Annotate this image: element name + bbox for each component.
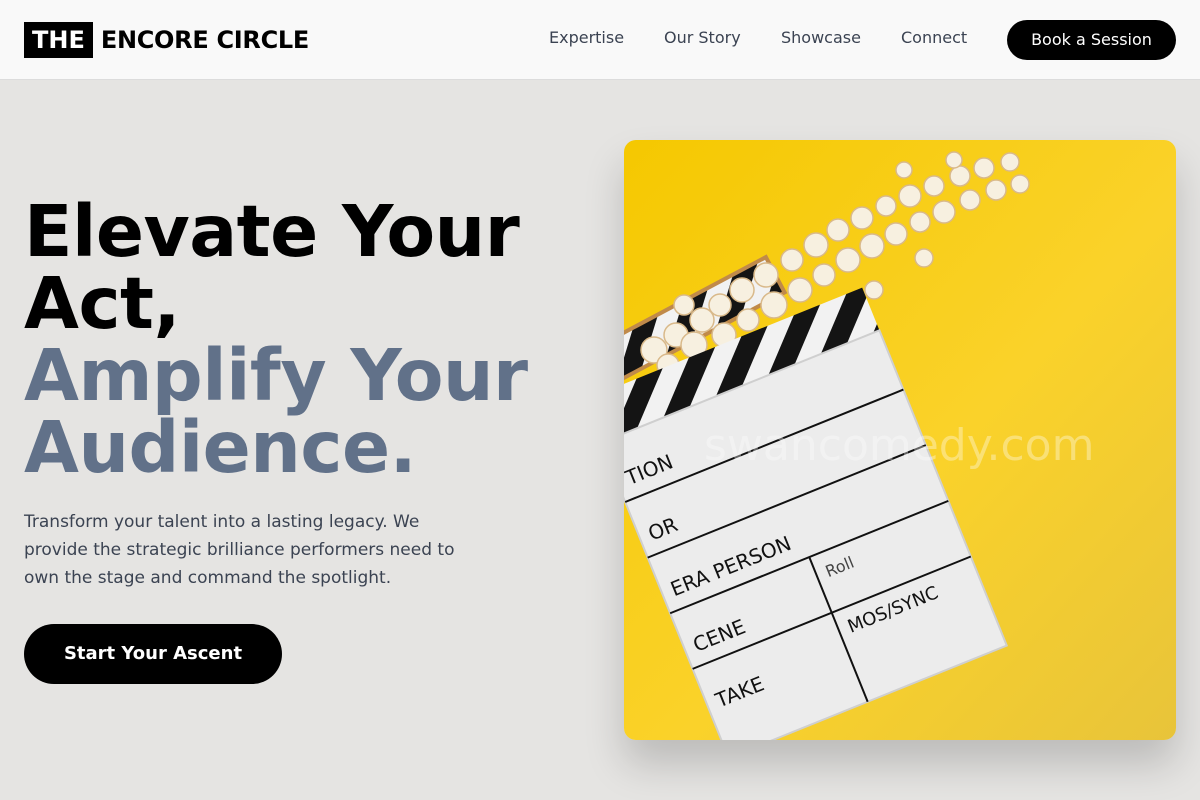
hero-image: TION OR ERA PERSON Roll CENE MOS/SYNC TA… xyxy=(624,140,1176,740)
watermark: swancomedy.com xyxy=(704,420,1094,471)
logo[interactable]: THE ENCORE CIRCLE xyxy=(24,22,309,58)
nav-link-our-story[interactable]: Our Story xyxy=(664,28,741,48)
logo-mark: THE xyxy=(24,22,93,58)
nav-link-expertise[interactable]: Expertise xyxy=(549,28,624,48)
clapperboard-popcorn-illustration: TION OR ERA PERSON Roll CENE MOS/SYNC TA… xyxy=(624,140,1176,740)
headline-line-3: Amplify Your xyxy=(24,334,528,417)
nav-link-connect[interactable]: Connect xyxy=(901,28,967,48)
nav-link-showcase[interactable]: Showcase xyxy=(781,28,861,48)
site-header: THE ENCORE CIRCLE Expertise Our Story Sh… xyxy=(0,0,1200,80)
start-ascent-button[interactable]: Start Your Ascent xyxy=(24,624,282,684)
headline-line-1: Elevate Your xyxy=(24,190,520,273)
hero-headline: Elevate Your Act, Amplify Your Audience. xyxy=(24,196,584,484)
headline-line-4: Audience. xyxy=(24,406,417,489)
logo-text: ENCORE CIRCLE xyxy=(100,26,310,54)
headline-line-2: Act, xyxy=(24,262,180,345)
book-session-button[interactable]: Book a Session xyxy=(1007,20,1176,60)
hero-subtext: Transform your talent into a lasting leg… xyxy=(24,512,455,588)
